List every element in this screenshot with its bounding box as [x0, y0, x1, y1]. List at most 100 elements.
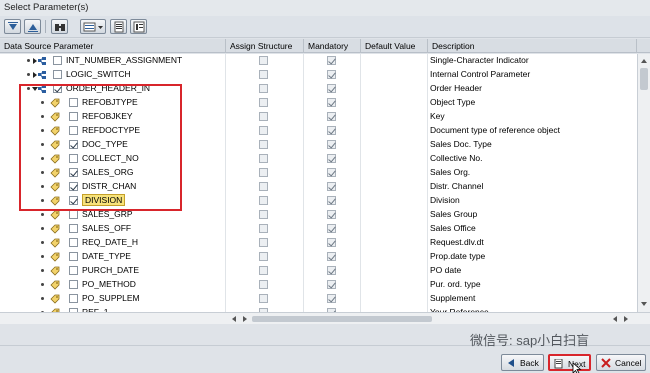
- vertical-scrollbar[interactable]: [637, 54, 650, 312]
- select-checkbox[interactable]: [69, 98, 78, 107]
- column-header: Data Source Parameter Assign Structure M…: [0, 39, 650, 53]
- col-description[interactable]: Description: [428, 39, 637, 53]
- default-value-cell[interactable]: [361, 82, 428, 96]
- assign-structure-checkbox[interactable]: [259, 140, 268, 149]
- assign-structure-checkbox[interactable]: [259, 210, 268, 219]
- assign-structure-checkbox[interactable]: [259, 238, 268, 247]
- select-checkbox[interactable]: [69, 294, 78, 303]
- back-button[interactable]: Back: [501, 354, 544, 371]
- default-value-cell[interactable]: [361, 292, 428, 306]
- default-value-cell[interactable]: [361, 54, 428, 68]
- print-icon[interactable]: [110, 19, 127, 34]
- table-row[interactable]: INT_NUMBER_ASSIGNMENT Single-Character In…: [0, 54, 637, 68]
- default-value-cell[interactable]: [361, 278, 428, 292]
- select-checkbox[interactable]: [69, 238, 78, 247]
- parameter-description: Internal Control Parameter: [430, 69, 531, 79]
- assign-structure-checkbox[interactable]: [259, 84, 268, 93]
- table-row[interactable]: ORDER_HEADER_IN Order Header: [0, 82, 637, 96]
- select-checkbox[interactable]: [69, 154, 78, 163]
- assign-structure-checkbox[interactable]: [259, 182, 268, 191]
- assign-structure-checkbox[interactable]: [259, 70, 268, 79]
- description-cell: Prop.date type: [428, 250, 637, 264]
- assign-structure-checkbox[interactable]: [259, 196, 268, 205]
- select-checkbox[interactable]: [69, 126, 78, 135]
- parameter-description: Order Header: [430, 83, 482, 93]
- table-row[interactable]: REQ_DATE_H Request.dlv.dt: [0, 236, 637, 250]
- assign-structure-checkbox[interactable]: [259, 56, 268, 65]
- default-value-cell[interactable]: [361, 194, 428, 208]
- assign-structure-checkbox[interactable]: [259, 280, 268, 289]
- table-row[interactable]: SALES_ORG Sales Org.: [0, 166, 637, 180]
- select-checkbox[interactable]: [69, 210, 78, 219]
- details-icon[interactable]: [130, 19, 147, 34]
- default-value-cell[interactable]: [361, 180, 428, 194]
- assign-structure-checkbox[interactable]: [259, 154, 268, 163]
- parameter-description: Request.dlv.dt: [430, 237, 484, 247]
- back-icon: [508, 359, 514, 367]
- default-value-cell[interactable]: [361, 138, 428, 152]
- default-value-cell[interactable]: [361, 264, 428, 278]
- default-value-cell[interactable]: [361, 208, 428, 222]
- assign-structure-checkbox[interactable]: [259, 252, 268, 261]
- assign-structure-checkbox[interactable]: [259, 168, 268, 177]
- select-checkbox[interactable]: [69, 196, 78, 205]
- select-checkbox[interactable]: [69, 112, 78, 121]
- table-row[interactable]: LOGIC_SWITCH Internal Control Parameter: [0, 68, 637, 82]
- table-row[interactable]: SALES_GRP Sales Group: [0, 208, 637, 222]
- assign-structure-checkbox[interactable]: [259, 126, 268, 135]
- select-checkbox[interactable]: [69, 182, 78, 191]
- col-data-source-parameter[interactable]: Data Source Parameter: [0, 39, 226, 53]
- collapse-icon[interactable]: [24, 19, 41, 34]
- table-row[interactable]: COLLECT_NO Collective No.: [0, 152, 637, 166]
- cancel-button[interactable]: Cancel: [596, 354, 646, 371]
- mandatory-checkbox: [327, 140, 336, 149]
- table-row[interactable]: PO_SUPPLEM Supplement: [0, 292, 637, 306]
- col-default-value[interactable]: Default Value: [361, 39, 428, 53]
- tree-bullet: [41, 101, 44, 104]
- table-row[interactable]: DISTR_CHAN Distr. Channel: [0, 180, 637, 194]
- next-button[interactable]: Next: [548, 354, 591, 373]
- default-value-cell[interactable]: [361, 236, 428, 250]
- select-checkbox[interactable]: [53, 56, 62, 65]
- assign-structure-checkbox[interactable]: [259, 266, 268, 275]
- select-checkbox[interactable]: [69, 140, 78, 149]
- select-checkbox[interactable]: [69, 252, 78, 261]
- assign-structure-checkbox[interactable]: [259, 98, 268, 107]
- horizontal-scrollbar[interactable]: [0, 312, 650, 324]
- table-row[interactable]: DIVISION Division: [0, 194, 637, 208]
- col-mandatory[interactable]: Mandatory: [304, 39, 361, 53]
- default-value-cell[interactable]: [361, 68, 428, 82]
- default-value-cell[interactable]: [361, 166, 428, 180]
- select-checkbox[interactable]: [53, 70, 62, 79]
- description-cell: Collective No.: [428, 152, 637, 166]
- default-value-cell[interactable]: [361, 110, 428, 124]
- select-checkbox[interactable]: [69, 280, 78, 289]
- select-checkbox[interactable]: [69, 168, 78, 177]
- table-row[interactable]: DATE_TYPE Prop.date type: [0, 250, 637, 264]
- find-icon[interactable]: [51, 19, 68, 34]
- assign-structure-checkbox[interactable]: [259, 112, 268, 121]
- expand-icon[interactable]: [4, 19, 21, 34]
- assign-structure-checkbox[interactable]: [259, 224, 268, 233]
- table-row[interactable]: SALES_OFF Sales Office: [0, 222, 637, 236]
- table-row[interactable]: PURCH_DATE PO date: [0, 264, 637, 278]
- table-row[interactable]: REFOBJKEY Key: [0, 110, 637, 124]
- table-row[interactable]: REFDOCTYPE Document type of reference obj…: [0, 124, 637, 138]
- table-row[interactable]: PO_METHOD Pur. ord. type: [0, 278, 637, 292]
- table-row[interactable]: REFOBJTYPE Object Type: [0, 96, 637, 110]
- assign-structure-checkbox[interactable]: [259, 294, 268, 303]
- select-checkbox[interactable]: [69, 266, 78, 275]
- parameter-description: Prop.date type: [430, 251, 486, 261]
- table-row[interactable]: DOC_TYPE Sales Doc. Type: [0, 138, 637, 152]
- default-value-cell[interactable]: [361, 152, 428, 166]
- default-value-cell[interactable]: [361, 222, 428, 236]
- col-assign-structure[interactable]: Assign Structure: [226, 39, 304, 53]
- default-value-cell[interactable]: [361, 250, 428, 264]
- select-checkbox[interactable]: [69, 224, 78, 233]
- default-value-cell[interactable]: [361, 96, 428, 110]
- select-parameters-dialog: Select Parameter(s) Data Source Paramete…: [0, 0, 650, 373]
- select-checkbox[interactable]: [53, 84, 62, 93]
- layout-icon[interactable]: [80, 19, 106, 34]
- default-value-cell[interactable]: [361, 124, 428, 138]
- parameter-cell: PURCH_DATE: [0, 264, 226, 278]
